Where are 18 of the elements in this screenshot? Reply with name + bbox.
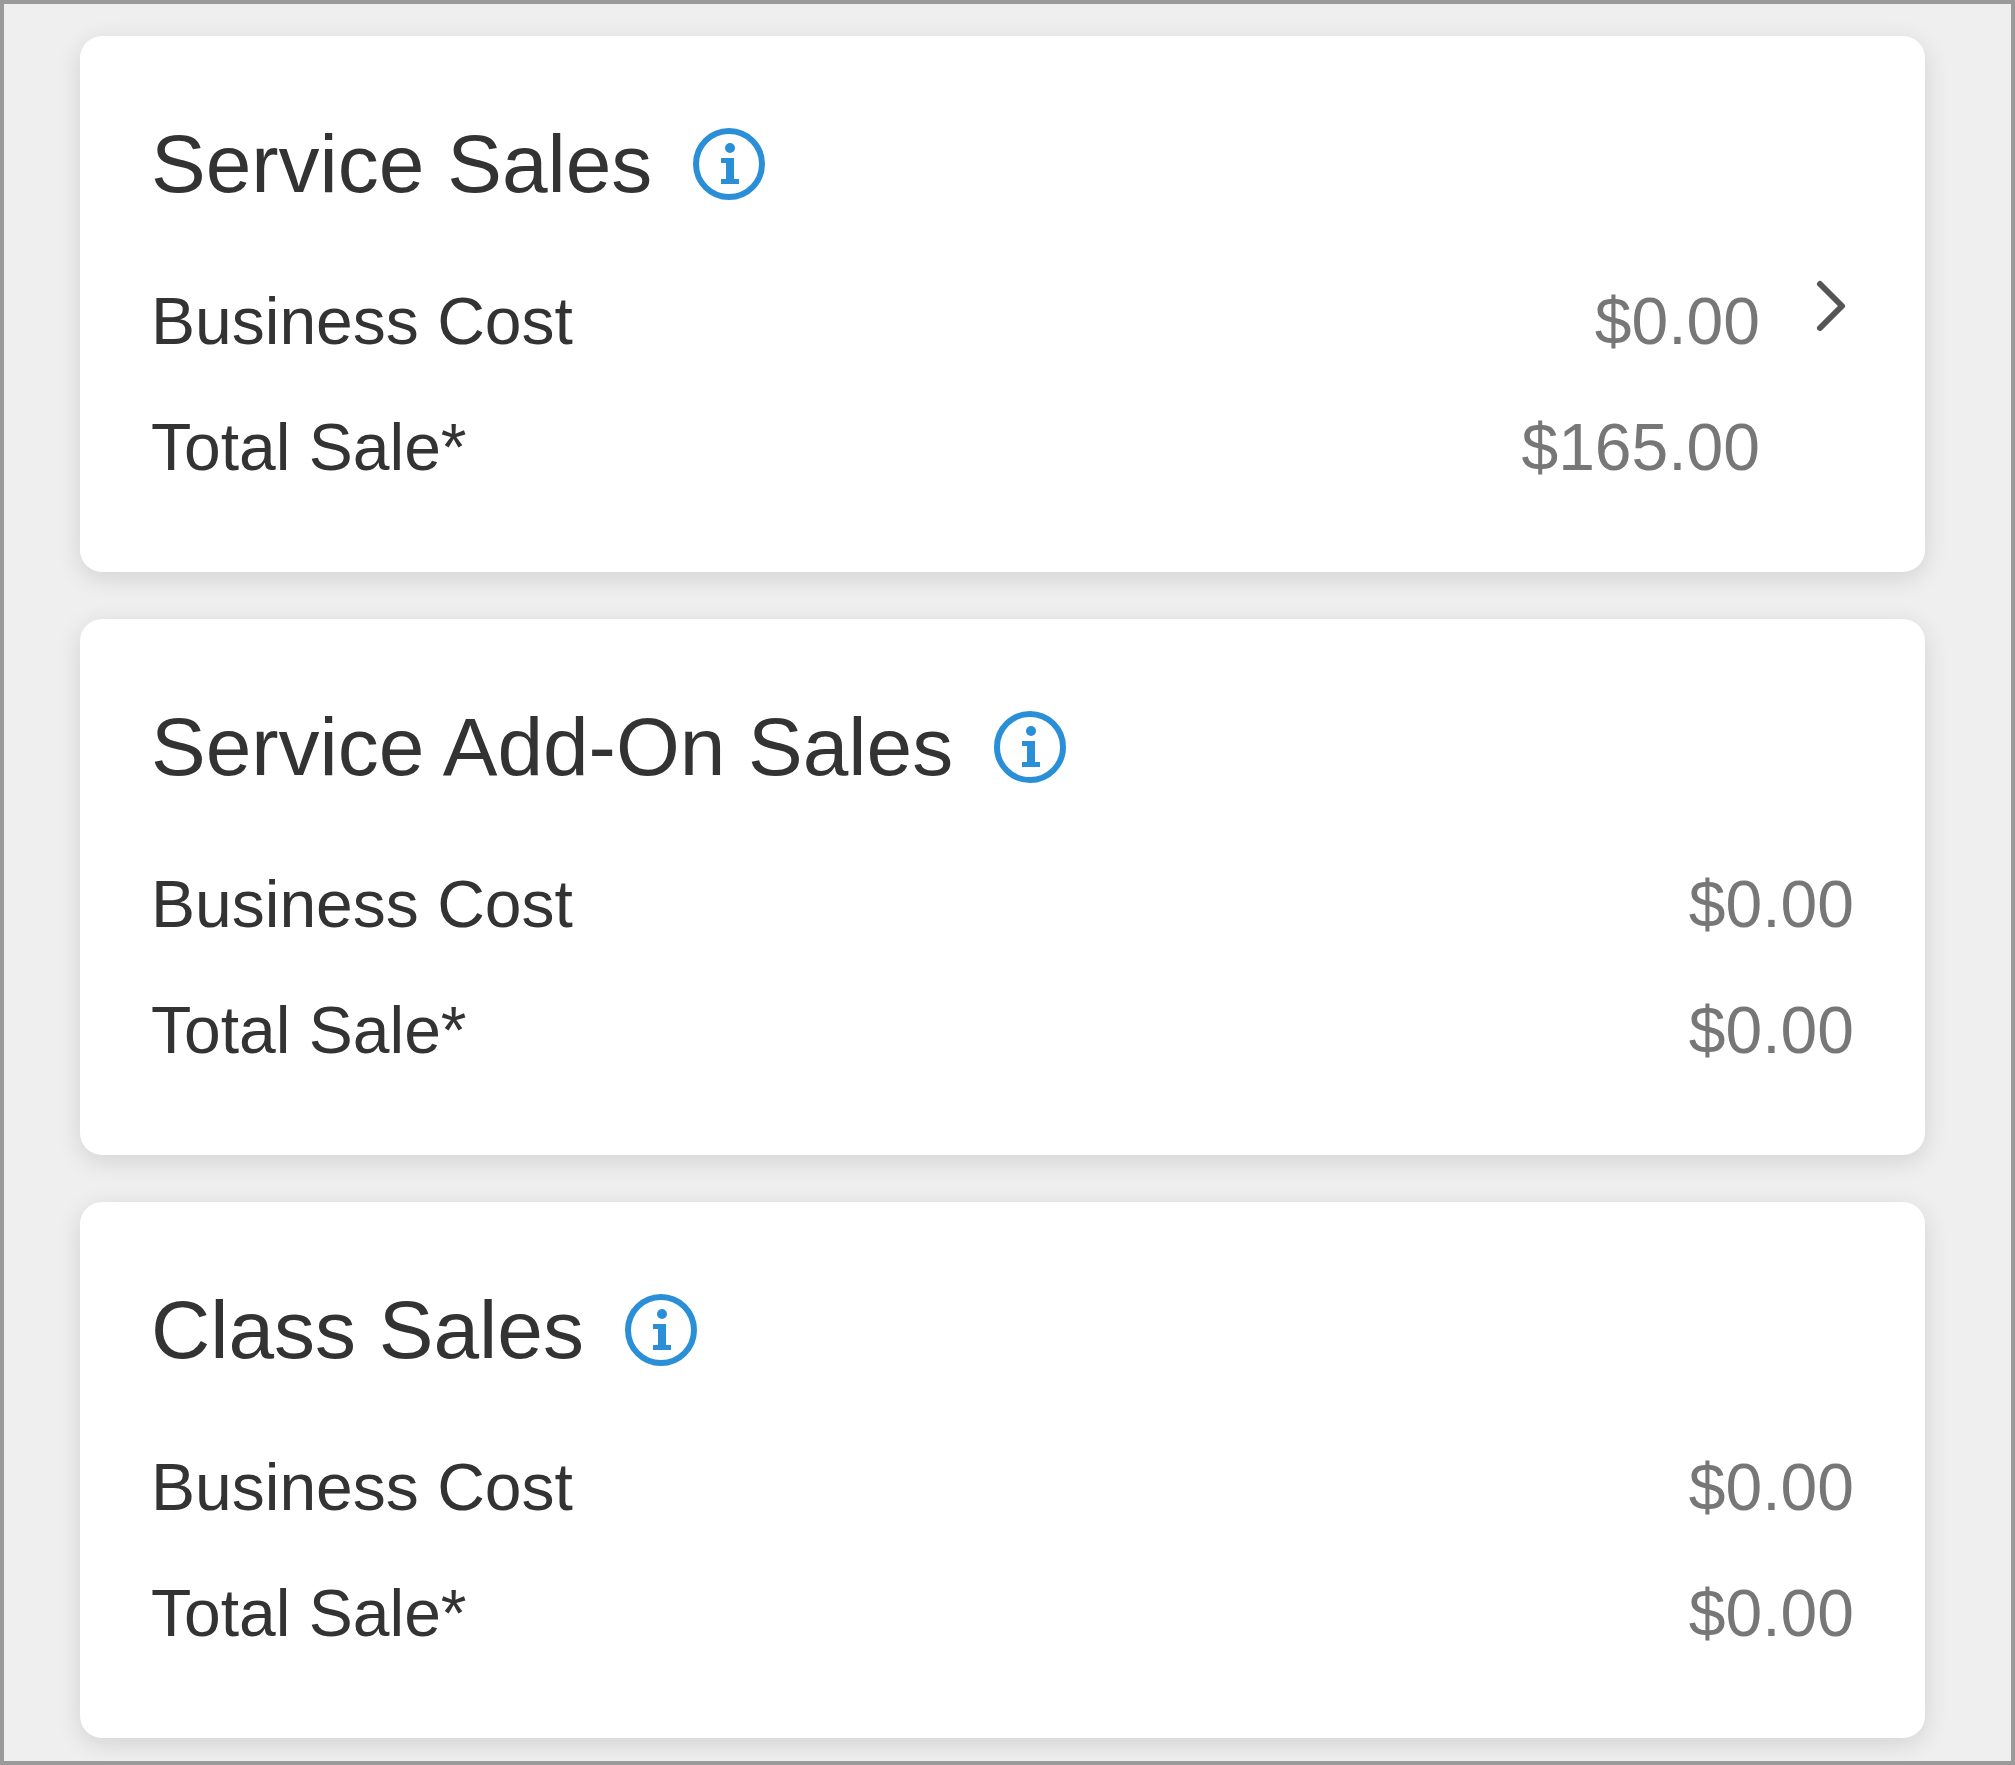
- card-title: Class Sales: [151, 1283, 584, 1377]
- row-label: Business Cost: [151, 865, 574, 943]
- row-value: $0.00: [1688, 991, 1854, 1069]
- info-icon[interactable]: [692, 127, 767, 201]
- card-title: Service Add-On Sales: [151, 700, 954, 794]
- row-value: $0.00: [1688, 1448, 1854, 1526]
- row-label: Total Sale*: [151, 408, 468, 486]
- card-title: Service Sales: [151, 117, 653, 211]
- info-icon[interactable]: [623, 1293, 698, 1367]
- row-label: Business Cost: [151, 1448, 574, 1526]
- row-label: Business Cost: [151, 282, 574, 360]
- row-value: $0.00: [1688, 1574, 1854, 1652]
- row-label: Total Sale*: [151, 991, 468, 1069]
- row-label: Total Sale*: [151, 1574, 468, 1652]
- row-value: $0.00: [1688, 865, 1854, 943]
- info-icon[interactable]: [993, 710, 1068, 784]
- row-value: $0.00: [1594, 282, 1760, 360]
- row-value: $165.00: [1521, 408, 1760, 486]
